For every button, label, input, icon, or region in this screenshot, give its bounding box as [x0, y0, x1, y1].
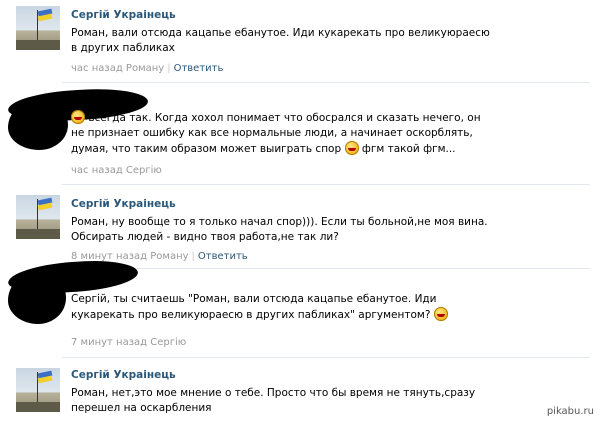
comment-text-part: Сергій, ты считаешь "Роман, вали отсюда …: [71, 293, 437, 321]
comment-text: всегда так. Когда хохол понимает что обо…: [71, 110, 491, 157]
comment-meta: час назад Роману | Ответить: [71, 63, 223, 74]
comment-text-part: фгм такой фгм...: [361, 143, 456, 155]
smile-emoji-icon: [344, 141, 359, 155]
divider: |: [191, 251, 195, 262]
watermark: pikabu.ru: [546, 406, 594, 417]
comment-meta: 7 минут назад Сергію: [71, 337, 186, 348]
comment-meta: час назад Сергію: [71, 165, 162, 176]
divider: [62, 268, 590, 269]
divider: |: [167, 63, 171, 74]
comment-text: Роман, ну вообще то я только начал спор)…: [71, 216, 488, 243]
comment-author[interactable]: Сергій Украінець: [71, 9, 176, 21]
smile-emoji-icon: [433, 307, 448, 321]
comment-text: Роман, вали отсюда кацапье ебанутое. Иди…: [71, 27, 490, 54]
divider: [62, 184, 590, 185]
comment-time[interactable]: час назад Сергію: [71, 165, 162, 176]
comment-time[interactable]: час назад Роману: [71, 63, 164, 74]
comment-author[interactable]: Сергій Украінець: [71, 369, 176, 381]
reply-link[interactable]: Ответить: [174, 63, 224, 74]
avatar[interactable]: [16, 368, 60, 412]
redaction-scribble: [8, 272, 66, 324]
divider: [62, 82, 590, 83]
avatar[interactable]: [16, 6, 60, 50]
smile-emoji-icon: [71, 110, 85, 124]
reply-link[interactable]: Ответить: [198, 251, 248, 262]
comment-author[interactable]: Сергій Украінець: [71, 198, 176, 210]
comment-time[interactable]: 7 минут назад Сергію: [71, 337, 186, 348]
divider: [62, 357, 590, 358]
comment-text: Сергій, ты считаешь "Роман, вали отсюда …: [71, 292, 491, 323]
comment-text: Роман, нет,это мое мнение о тебе. Просто…: [71, 387, 476, 414]
avatar[interactable]: [16, 195, 60, 239]
redaction-scribble: [8, 100, 68, 150]
